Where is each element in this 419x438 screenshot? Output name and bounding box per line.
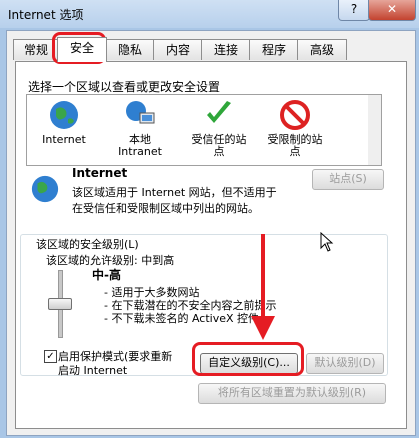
sites-button[interactable]: 站点(S) — [312, 169, 384, 190]
globe-icon — [31, 175, 59, 203]
level-desc-3: - 不下载未签名的 ActiveX 控件 — [104, 312, 260, 325]
tab-privacy[interactable]: 隐私 — [105, 39, 155, 60]
zone-desc-line1: 该区域适用于 Internet 网站，但不适用于 — [72, 186, 277, 199]
zone-trusted[interactable]: 受信任的站 点 — [185, 99, 253, 158]
zone-scrollbar[interactable] — [368, 94, 382, 166]
default-level-button[interactable]: 默认级别(D) — [306, 353, 384, 374]
protected-mode-label-2: 启动 Internet — [58, 364, 128, 377]
no-entry-icon — [280, 100, 310, 130]
zone-label: 受限制的站 点 — [267, 133, 323, 158]
protected-mode-checkbox[interactable]: ✓ — [44, 350, 57, 363]
globe-icon — [50, 101, 78, 129]
mouse-cursor-icon — [320, 232, 334, 252]
tab-advanced[interactable]: 高级 — [297, 39, 347, 60]
level-group-label: 该区域的安全级别(L) — [36, 238, 139, 251]
custom-level-highlight — [192, 342, 304, 376]
zone-prompt: 选择一个区域以查看或更改安全设置 — [28, 80, 221, 94]
window-title: Internet 选项 — [8, 8, 84, 22]
zone-list: Internet 本地 Intranet 受信任的站 点 受限制的站 点 — [26, 94, 370, 166]
level-name: 中-高 — [92, 268, 121, 282]
zone-label: 受信任的站 点 — [191, 133, 247, 158]
reset-all-button[interactable]: 将所有区域重置为默认级别(R) — [198, 383, 386, 404]
check-icon — [207, 101, 231, 123]
zone-desc-line2: 在受信任和受限制区域中列出的网站。 — [72, 202, 259, 215]
intranet-icon — [126, 101, 155, 124]
zone-internet[interactable]: Internet — [33, 99, 95, 146]
zone-restricted[interactable]: 受限制的站 点 — [261, 99, 329, 158]
zone-label: 本地 Intranet — [118, 133, 162, 158]
zone-intranet[interactable]: 本地 Intranet — [109, 99, 171, 158]
close-button[interactable]: ✕ — [368, 0, 416, 21]
red-arrow-annotation — [251, 234, 275, 340]
tab-programs[interactable]: 程序 — [249, 39, 299, 60]
zone-label: Internet — [42, 133, 86, 146]
selected-zone-name: Internet — [72, 166, 128, 180]
help-button[interactable]: ? — [338, 0, 370, 21]
title-bar: Internet 选项 ? ✕ — [0, 0, 419, 28]
tab-security[interactable]: 安全 — [57, 37, 107, 62]
level-slider-thumb[interactable] — [48, 298, 72, 310]
tab-connections[interactable]: 连接 — [201, 39, 251, 60]
tab-content[interactable]: 内容 — [153, 39, 203, 60]
